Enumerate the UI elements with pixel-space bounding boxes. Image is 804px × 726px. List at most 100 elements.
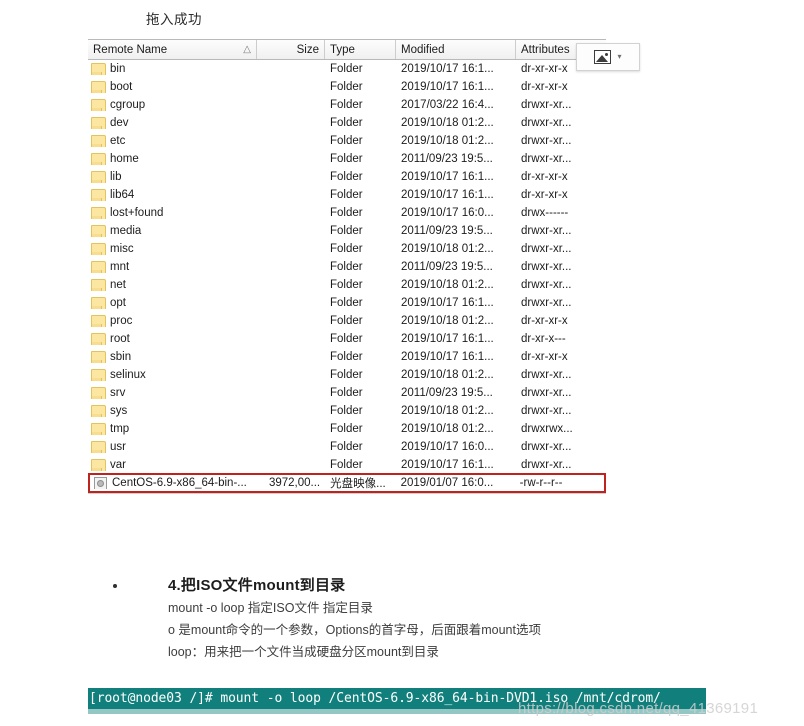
cell-modified: 2019/10/18 01:2... [401,315,494,327]
notes-section: 4.把ISO文件mount到目录 mount -o loop 指定ISO文件 指… [0,575,804,663]
cell-attributes: drwxr-xr... [521,117,572,129]
cell-name-label: selinux [110,369,146,381]
cell-name: lib [88,171,257,183]
cell-type: Folder [330,207,363,219]
cell-attributes: drwxr-xr... [521,297,572,309]
column-header-modified[interactable]: Modified [396,40,516,59]
cell-name-label: etc [110,135,126,147]
folder-icon [91,135,106,147]
folder-icon [91,171,106,183]
table-row[interactable]: sbin Folder 2019/10/17 16:1... dr-xr-xr-x [88,348,606,366]
cell-modified: 2011/09/23 19:5... [401,387,493,399]
image-placeholder-icon [594,50,612,64]
cell-attributes: drwxr-xr... [521,441,572,453]
cell-type: Folder [330,459,363,471]
folder-icon [91,333,106,345]
table-row[interactable]: lib Folder 2019/10/17 16:1... dr-xr-xr-x [88,168,606,186]
folder-icon [91,315,106,327]
table-row[interactable]: boot Folder 2019/10/17 16:1... dr-xr-xr-x [88,78,606,96]
table-row[interactable]: opt Folder 2019/10/17 16:1... drwxr-xr... [88,294,606,312]
cell-name: bin [88,63,257,75]
cell-type: Folder [330,405,363,417]
cell-modified: 2019/10/17 16:1... [401,351,494,363]
cell-attributes: dr-xr-xr-x [521,351,568,363]
table-row[interactable]: sys Folder 2019/10/18 01:2... drwxr-xr... [88,402,606,420]
table-row[interactable]: proc Folder 2019/10/18 01:2... dr-xr-xr-x [88,312,606,330]
table-row[interactable]: root Folder 2019/10/17 16:1... dr-xr-x--- [88,330,606,348]
cell-type: Folder [330,279,363,291]
cell-attributes: -rw-r--r-- [519,477,563,489]
table-row[interactable]: dev Folder 2019/10/18 01:2... drwxr-xr... [88,114,606,132]
table-row[interactable]: mnt Folder 2011/09/23 19:5... drwxr-xr... [88,258,606,276]
cell-modified: 2019/10/18 01:2... [401,243,494,255]
folder-icon [91,99,106,111]
folder-icon [91,243,106,255]
cell-type: Folder [330,261,363,273]
cell-attributes: drwxr-xr... [521,153,572,165]
folder-icon [91,117,106,129]
cell-attributes: drwxr-xr... [521,459,572,471]
image-paste-overlay[interactable]: ▾ [576,43,640,71]
table-row[interactable]: media Folder 2011/09/23 19:5... drwxr-xr... [88,222,606,240]
table-row[interactable]: bin Folder 2019/10/17 16:1... dr-xr-xr-x [88,60,606,78]
table-row[interactable]: selinux Folder 2019/10/18 01:2... drwxr-xr.… [88,366,606,384]
column-header-size[interactable]: Size [257,40,325,59]
table-row[interactable]: etc Folder 2019/10/18 01:2... drwxr-xr... [88,132,606,150]
cell-size: 3972,00... [268,477,321,489]
sort-ascending-icon[interactable]: △ [237,44,251,55]
table-row-selected[interactable]: CentOS-6.9-x86_64-bin-... 3972,00... 光盘映像.… [88,473,606,493]
remote-file-listing[interactable]: Remote Name △ Size Type Modified Attribu… [88,39,640,494]
cell-name: CentOS-6.9-x86_64-bin-... [90,477,258,489]
table-row[interactable]: misc Folder 2019/10/18 01:2... drwxr-xr... [88,240,606,258]
table-row[interactable]: usr Folder 2019/10/17 16:0... drwxr-xr... [88,438,606,456]
blog-watermark: https://blog.csdn.net/qq_41369191 [518,700,759,717]
cell-type: Folder [330,117,363,129]
cell-name-label: sbin [110,351,132,363]
table-row[interactable]: tmp Folder 2019/10/18 01:2... drwxrwx... [88,420,606,438]
cell-name: selinux [88,369,257,381]
cell-name-label: bin [110,63,126,75]
cell-name: srv [88,387,257,399]
cell-name-label: mnt [110,261,130,273]
column-header-type-label: Type [330,43,355,56]
file-list-body[interactable]: bin Folder 2019/10/17 16:1... dr-xr-xr-x boo… [88,60,606,493]
table-row[interactable]: lib64 Folder 2019/10/17 16:1... dr-xr-xr-x [88,186,606,204]
folder-icon [91,279,106,291]
cell-name-label: root [110,333,130,345]
cell-attributes: dr-xr-xr-x [521,171,568,183]
cell-modified: 2019/01/07 16:0... [400,477,494,489]
notes-heading: 4.把ISO文件mount到目录 [168,577,346,594]
notes-line-3: loop：用来把一个文件当成硬盘分区mount到目录 [168,645,439,659]
folder-icon [91,405,106,417]
table-row[interactable]: home Folder 2011/09/23 19:5... drwxr-xr... [88,150,606,168]
cell-attributes: drwxr-xr... [521,387,572,399]
cell-type: Folder [330,423,363,435]
cell-attributes: drwx------ [521,207,569,219]
column-header-name[interactable]: Remote Name △ [88,40,257,59]
cell-modified: 2019/10/17 16:1... [401,459,494,471]
column-header-attributes-label: Attributes [521,43,570,56]
cell-type: Folder [330,135,363,147]
cell-modified: 2017/03/22 16:4... [401,99,494,111]
column-header-type[interactable]: Type [325,40,396,59]
table-row[interactable]: lost+found Folder 2019/10/17 16:0... drwx--… [88,204,606,222]
table-row[interactable]: net Folder 2019/10/18 01:2... drwxr-xr... [88,276,606,294]
table-row[interactable]: cgroup Folder 2017/03/22 16:4... drwxr-xr..… [88,96,606,114]
cell-name: var [88,459,257,471]
cell-modified: 2011/09/23 19:5... [401,153,493,165]
chevron-down-icon[interactable]: ▾ [617,53,621,61]
cell-name: cgroup [88,99,257,111]
cell-type: Folder [330,63,363,75]
cell-attributes: dr-xr-x--- [521,333,566,345]
column-header-size-label: Size [296,43,319,56]
cell-attributes: drwxr-xr... [521,261,572,273]
table-row[interactable]: var Folder 2019/10/17 16:1... drwxr-xr... [88,456,606,474]
notes-heading-row: 4.把ISO文件mount到目录 [0,575,804,597]
notes-line-2: o 是mount命令的一个参数，Options的首字母，后面跟着mount选项 [168,623,541,637]
folder-icon [91,297,106,309]
file-list-header: Remote Name △ Size Type Modified Attribu… [88,40,606,60]
folder-icon [91,225,106,237]
table-row[interactable]: srv Folder 2011/09/23 19:5... drwxr-xr... [88,384,606,402]
cell-name: lib64 [88,189,257,201]
cell-name: net [88,279,257,291]
